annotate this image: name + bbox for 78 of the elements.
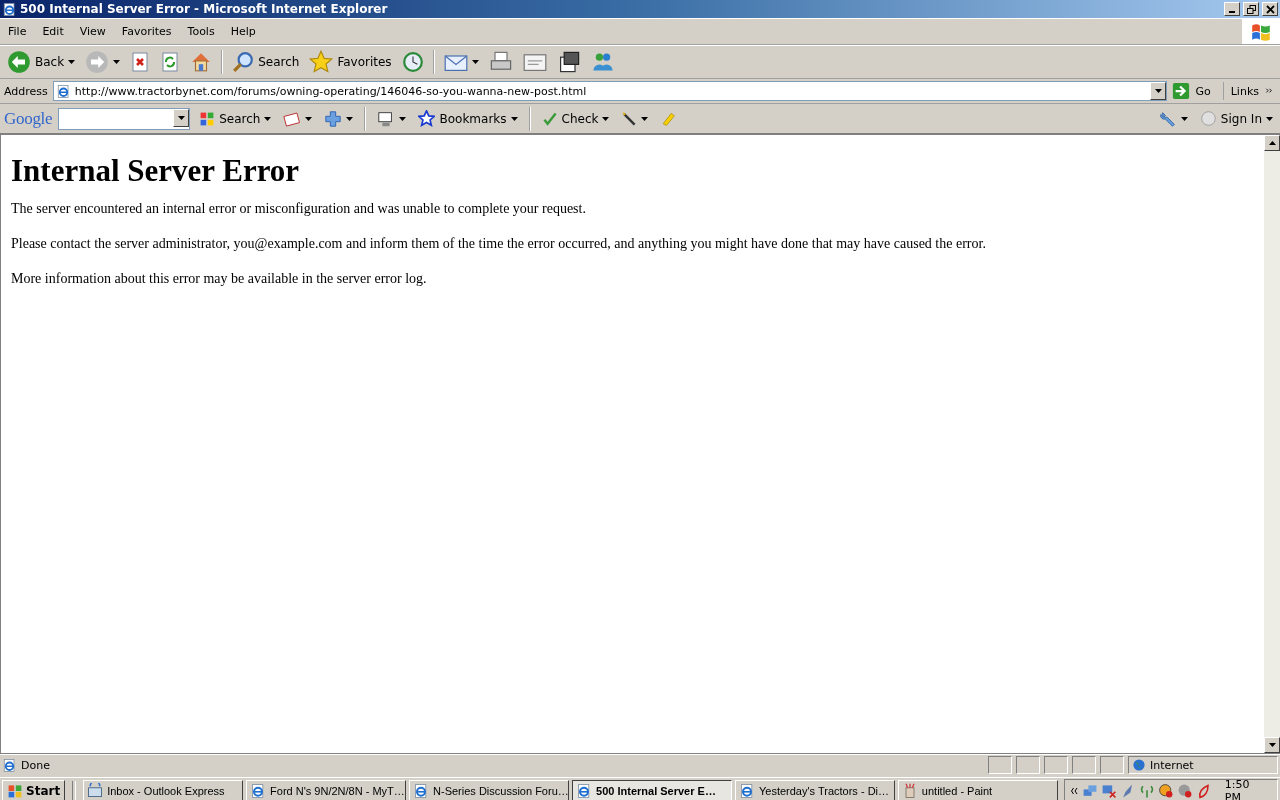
refresh-icon [160,52,181,72]
status-pane [1072,756,1096,774]
status-pane [1100,756,1124,774]
taskbar-button[interactable]: Ford N's 9N/2N/8N - MyT… [246,780,407,800]
zone-text: Internet [1150,758,1194,772]
window-title: 500 Internal Server Error - Microsoft Internet Explorer [20,2,388,16]
caret-icon [1154,89,1162,93]
card-icon [283,109,302,128]
search-button[interactable]: Search [196,108,275,129]
taskbar-button[interactable]: 500 Internal Server E… [572,780,732,800]
highlighter-icon [660,110,677,127]
taskbar-button[interactable]: Inbox - Outlook Express [83,780,244,800]
google-logo: Google [4,108,53,129]
minimize-button[interactable] [1224,2,1240,16]
ie-logo-icon [738,783,755,799]
caret-icon [177,115,185,120]
back-button[interactable]: Back [4,48,79,76]
wand-icon [621,110,638,127]
check-button[interactable]: Check [538,108,613,129]
menu-item[interactable]: Favorites [113,23,180,40]
menu-item[interactable]: Edit [34,23,72,40]
address-field[interactable]: http://www.tractorbynet.com/forums/owning-operating/146046-so-you-wanna-new-post.html [52,81,1168,101]
ie-logo-icon [2,757,17,773]
scrollbar[interactable] [1264,135,1280,753]
ie-logo-icon [2,1,17,17]
network-icon [1081,783,1098,799]
caret-icon [1268,743,1276,747]
status-text: Done [21,758,51,772]
taskbar-button[interactable]: Yesterday's Tractors - Di… [734,780,895,800]
wrench-icon [1158,109,1177,128]
error-paragraph: More information about this error may be available in the server error log. [11,271,428,287]
close-button[interactable] [1262,2,1278,16]
google-g-icon [199,110,216,127]
close-icon [1265,4,1275,14]
search-icon [232,51,255,73]
chevron-icon [1265,86,1274,96]
menu-item[interactable]: File [0,23,35,40]
taskbar-button[interactable]: untitled - Paint [897,780,1058,800]
google-search-field[interactable] [58,107,191,130]
windows-flag-icon [7,783,23,799]
status-pane [988,756,1012,774]
restore-button[interactable] [1243,2,1259,16]
error-paragraph: The server encountered an internal error or misconfiguration and was unable to complete your request. [11,201,587,217]
menu-item[interactable]: View [71,23,114,40]
plus-icon [324,109,343,128]
favorites-button[interactable]: Favorites [306,48,395,76]
up-arrow-icon [1268,141,1276,145]
chevron-left-icon [1068,786,1079,796]
ie-logo-icon [55,83,71,99]
envelope-arrows-icon [87,783,104,799]
circle-icon [1199,110,1217,127]
menu-item[interactable]: Tools [179,23,223,40]
restore-icon [1246,4,1256,14]
star-outline-icon [418,110,436,127]
start-button[interactable]: Start [2,780,66,800]
signin-button[interactable]: Sign In [1196,108,1276,129]
network-error-icon [1100,783,1117,799]
error-heading: Internal Server Error [11,153,301,189]
globe-icon [1132,758,1146,772]
status-pane [1016,756,1040,774]
taskbar-button[interactable]: N-Series Discussion Foru… [409,780,570,800]
clock-icon [401,51,424,73]
globe-error-icon [1157,783,1174,799]
scroll-down-button[interactable] [1264,737,1280,753]
wireless-icon [1138,783,1155,799]
address-label: Address [3,84,49,98]
star-icon [309,50,334,74]
stop-icon [130,52,151,72]
search-button[interactable]: Search [229,49,303,75]
status-pane [1044,756,1068,774]
error-paragraph: Please contact the server administrator, you@example.com and inform them of the time the error occurred, and anything you might have done that may have caused the error. [11,236,987,252]
blocked-icon [1176,783,1193,799]
go-button[interactable]: Go [1170,82,1224,100]
bookmarks-button[interactable]: Bookmarks [415,108,521,129]
links-button[interactable]: Links [1226,84,1278,98]
scroll-up-button[interactable] [1264,135,1280,151]
menu-item[interactable]: Help [222,23,264,40]
spellcheck-icon [541,110,558,127]
